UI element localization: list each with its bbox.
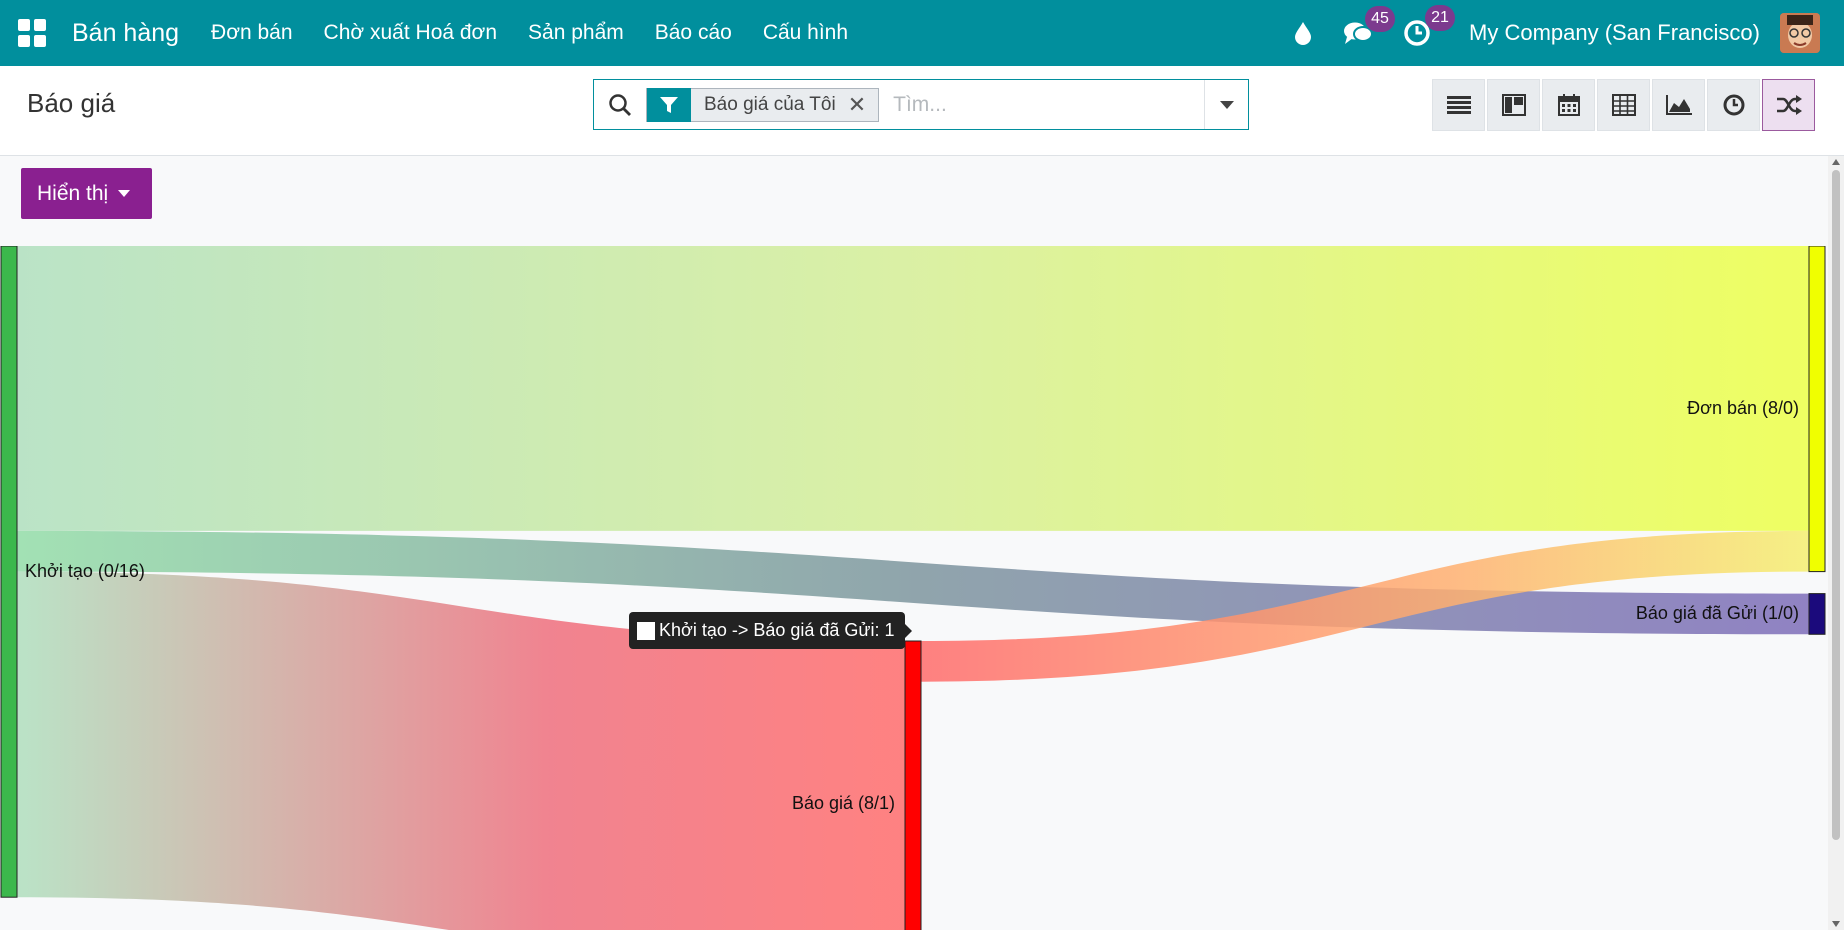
sankey-node-khoi-tao[interactable]: [0, 246, 18, 898]
menu-item-products[interactable]: Sản phẩm: [528, 21, 624, 45]
calendar-view-button[interactable]: [1542, 79, 1595, 131]
table-icon: [1611, 94, 1636, 116]
activity-view-button[interactable]: [1707, 79, 1760, 131]
sankey-view-button[interactable]: [1762, 79, 1815, 131]
pivot-view-button[interactable]: [1597, 79, 1650, 131]
top-navbar: Bán hàng Đơn bán Chờ xuất Hoá đơn Sản ph…: [0, 0, 1844, 66]
sankey-link-khoi-tao-to-don-ban[interactable]: [17, 246, 1809, 531]
shuffle-icon: [1776, 95, 1802, 115]
scroll-up-icon[interactable]: [1832, 159, 1840, 165]
control-panel: Báo giá Báo giá của Tôi ✕: [0, 66, 1844, 156]
clock-icon: [1723, 94, 1744, 116]
user-avatar[interactable]: [1780, 13, 1820, 53]
vertical-scrollbar[interactable]: [1828, 156, 1844, 930]
sankey-node-bao-gia[interactable]: [904, 640, 922, 930]
facet-remove-icon[interactable]: ✕: [848, 92, 878, 118]
drop-icon[interactable]: [1293, 21, 1313, 45]
search-icon[interactable]: [594, 80, 646, 129]
menu-item-orders[interactable]: Đơn bán: [211, 21, 293, 45]
search-input[interactable]: [893, 92, 1194, 117]
display-dropdown-button[interactable]: Hiển thị: [21, 168, 152, 219]
menu-item-reporting[interactable]: Báo cáo: [655, 21, 732, 45]
filter-icon: [647, 87, 691, 122]
calendar-icon: [1557, 94, 1580, 116]
node-label-don-ban: Đơn bán (8/0): [1687, 397, 1799, 418]
search-options-toggle[interactable]: [1204, 80, 1248, 129]
graph-view-button[interactable]: [1652, 79, 1705, 131]
kanban-view-button[interactable]: [1487, 79, 1540, 131]
breadcrumb: Báo giá: [27, 88, 116, 118]
sankey-chart: [0, 246, 1826, 930]
chart-tooltip: Khởi tạo -> Báo giá đã Gửi: 1: [629, 612, 911, 649]
kanban-icon: [1501, 94, 1526, 116]
tooltip-text: Khởi tạo -> Báo giá đã Gửi: 1: [659, 620, 895, 640]
list-view-button[interactable]: [1432, 79, 1485, 131]
display-button-label: Hiển thị: [37, 181, 109, 205]
node-label-bao-gia: Báo giá (8/1): [791, 792, 895, 813]
scroll-thumb[interactable]: [1832, 170, 1840, 840]
facet-label: Báo giá của Tôi: [704, 93, 836, 115]
menu-item-configuration[interactable]: Cấu hình: [763, 21, 848, 45]
node-label-bao-gia-da-gui: Báo giá đã Gửi (1/0): [1635, 602, 1799, 623]
clock-icon[interactable]: 21: [1403, 5, 1456, 47]
view-switcher: [1432, 79, 1817, 131]
scroll-down-icon[interactable]: [1832, 921, 1840, 927]
list-icon: [1446, 96, 1471, 114]
apps-menu-icon[interactable]: [18, 19, 46, 47]
menu-item-to-invoice[interactable]: Chờ xuất Hoá đơn: [324, 21, 497, 45]
node-label-khoi-tao: Khởi tạo (0/16): [25, 560, 145, 581]
search-facet: Báo giá của Tôi ✕: [646, 87, 880, 122]
messages-badge: 45: [1365, 6, 1396, 32]
company-switcher[interactable]: My Company (San Francisco): [1469, 20, 1760, 46]
search-bar: Báo giá của Tôi ✕: [593, 79, 1249, 130]
area-chart-icon: [1665, 95, 1692, 115]
app-title[interactable]: Bán hàng: [72, 19, 179, 48]
sankey-node-bao-gia-da-gui[interactable]: [1808, 593, 1826, 635]
caret-down-icon: [118, 190, 131, 197]
tooltip-swatch: [637, 621, 655, 640]
activities-badge: 21: [1425, 5, 1456, 31]
sankey-node-don-ban[interactable]: [1808, 246, 1826, 573]
chat-icon[interactable]: 45: [1343, 6, 1396, 46]
